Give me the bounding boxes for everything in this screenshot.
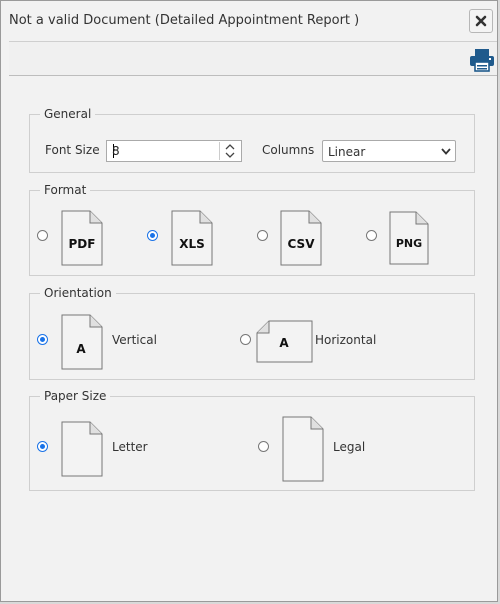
- format-radio-csv[interactable]: [257, 230, 268, 241]
- paper-radio-legal[interactable]: [258, 441, 269, 452]
- orientation-label-vertical: Vertical: [112, 333, 157, 347]
- orientation-radio-vertical[interactable]: [37, 334, 48, 345]
- dialog-title: Not a valid Document (Detailed Appointme…: [9, 13, 360, 28]
- format-label-pdf: PDF: [69, 237, 96, 251]
- general-legend: General: [44, 107, 92, 121]
- columns-select[interactable]: Linear: [322, 140, 456, 162]
- chevron-down-icon: [441, 148, 451, 155]
- print-button[interactable]: [469, 48, 495, 72]
- letter-page-icon[interactable]: [61, 421, 103, 477]
- paper-label-legal: Legal: [333, 440, 366, 454]
- chevron-up-icon[interactable]: [224, 143, 236, 151]
- pdf-file-icon[interactable]: PDF: [61, 210, 103, 266]
- toolbar: [9, 41, 497, 76]
- paper-label-letter: Letter: [112, 440, 148, 454]
- format-label-csv: CSV: [288, 237, 316, 251]
- xls-file-icon[interactable]: XLS: [171, 210, 213, 266]
- chevron-down-icon[interactable]: [224, 151, 236, 159]
- png-file-icon[interactable]: PNG: [389, 211, 429, 265]
- legal-page-icon[interactable]: [282, 416, 324, 482]
- format-legend: Format: [44, 183, 87, 197]
- columns-value: Linear: [328, 145, 366, 159]
- font-size-spinner[interactable]: [219, 142, 240, 160]
- orientation-letter-horizontal: A: [279, 336, 289, 350]
- print-icon: [470, 49, 494, 72]
- close-button[interactable]: [469, 9, 493, 33]
- columns-label: Columns: [262, 143, 315, 157]
- format-label-xls: XLS: [179, 237, 205, 251]
- csv-file-icon[interactable]: CSV: [280, 210, 322, 266]
- font-size-label: Font Size: [45, 143, 100, 157]
- orientation-label-horizontal: Horizontal: [315, 333, 377, 347]
- font-size-value: 8: [112, 144, 120, 158]
- format-radio-png[interactable]: [366, 230, 377, 241]
- format-radio-xls[interactable]: [147, 230, 158, 241]
- orientation-radio-horizontal[interactable]: [240, 334, 251, 345]
- orientation-legend: Orientation: [44, 286, 112, 300]
- landscape-page-icon[interactable]: A: [256, 320, 313, 363]
- close-icon: [475, 15, 487, 27]
- portrait-page-icon[interactable]: A: [61, 314, 103, 370]
- orientation-letter-vertical: A: [76, 342, 86, 356]
- format-radio-pdf[interactable]: [37, 230, 48, 241]
- paper-size-legend: Paper Size: [44, 389, 107, 403]
- format-label-png: PNG: [396, 237, 422, 250]
- paper-radio-letter[interactable]: [37, 441, 48, 452]
- font-size-stepper[interactable]: 8: [106, 140, 242, 162]
